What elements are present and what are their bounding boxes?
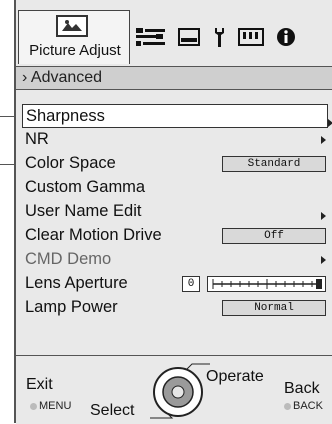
menu-item-lamp-power[interactable]: Lamp Power Normal [22, 296, 328, 320]
submenu-arrow-icon [321, 136, 326, 144]
breadcrumb: › Advanced [22, 69, 103, 86]
menu-item-color-space[interactable]: Color Space Standard [22, 152, 328, 176]
menu-item-clear-motion-drive[interactable]: Clear Motion Drive Off [22, 224, 328, 248]
lens-aperture-number: 0 [182, 276, 200, 292]
leader-line-top [0, 116, 14, 117]
menu-item-label: Lamp Power [25, 298, 118, 316]
leader-line-bottom [0, 164, 14, 165]
lamp-power-value[interactable]: Normal [222, 300, 326, 316]
exit-key-hint[interactable]: MENU [30, 400, 71, 412]
menu-item-user-name-edit[interactable]: User Name Edit [22, 200, 328, 224]
menu-item-label: Color Space [25, 154, 116, 172]
footer-bar: Exit MENU Select Operate Back BACK [16, 355, 332, 424]
button-dot-icon [284, 402, 291, 410]
memory-card-icon[interactable] [238, 28, 264, 46]
exit-label: Exit [26, 376, 53, 393]
sliders-icon[interactable] [136, 26, 166, 48]
menu-item-label: CMD Demo [25, 250, 112, 268]
display-icon[interactable] [178, 28, 200, 46]
lens-aperture-slider[interactable] [207, 276, 326, 292]
menu-item-label: NR [25, 130, 49, 148]
picture-icon [56, 15, 88, 37]
settings-menu-window: Picture Adjust › Advanced Sharpness NR C… [14, 0, 332, 424]
info-icon[interactable] [276, 27, 296, 47]
menu-item-label: Sharpness [26, 107, 105, 125]
submenu-arrow-icon [321, 212, 326, 220]
breadcrumb-bar: › Advanced [16, 66, 332, 90]
installation-icon[interactable] [212, 26, 226, 48]
submenu-arrow-icon [321, 256, 326, 264]
tab-picture-adjust[interactable]: Picture Adjust [18, 10, 130, 64]
menu-item-custom-gamma[interactable]: Custom Gamma [22, 176, 328, 200]
tab-picture-adjust-label: Picture Adjust [29, 42, 121, 59]
menu-item-cmd-demo[interactable]: CMD Demo [22, 248, 328, 272]
back-key-hint[interactable]: BACK [284, 400, 323, 412]
menu-item-lens-aperture[interactable]: Lens Aperture 0 [22, 272, 328, 296]
exit-key: MENU [39, 400, 72, 412]
menu-item-label: Lens Aperture [25, 274, 128, 292]
back-key: BACK [293, 400, 323, 412]
submenu-arrow-icon [328, 119, 332, 127]
menu-item-label: Clear Motion Drive [25, 226, 162, 244]
slider-thumb [316, 279, 322, 289]
button-dot-icon [30, 402, 37, 410]
control-pad-icon[interactable] [148, 362, 210, 420]
menu-item-sharpness[interactable]: Sharpness [22, 104, 332, 128]
color-space-value[interactable]: Standard [222, 156, 326, 172]
tab-bar: Picture Adjust [16, 0, 332, 66]
back-label: Back [284, 380, 320, 397]
operate-label: Operate [206, 368, 264, 385]
menu-item-label: Custom Gamma [25, 178, 146, 196]
menu-item-label: User Name Edit [25, 202, 142, 220]
clear-motion-drive-value[interactable]: Off [222, 228, 326, 244]
menu-item-nr[interactable]: NR [22, 128, 328, 152]
select-label: Select [90, 402, 135, 419]
